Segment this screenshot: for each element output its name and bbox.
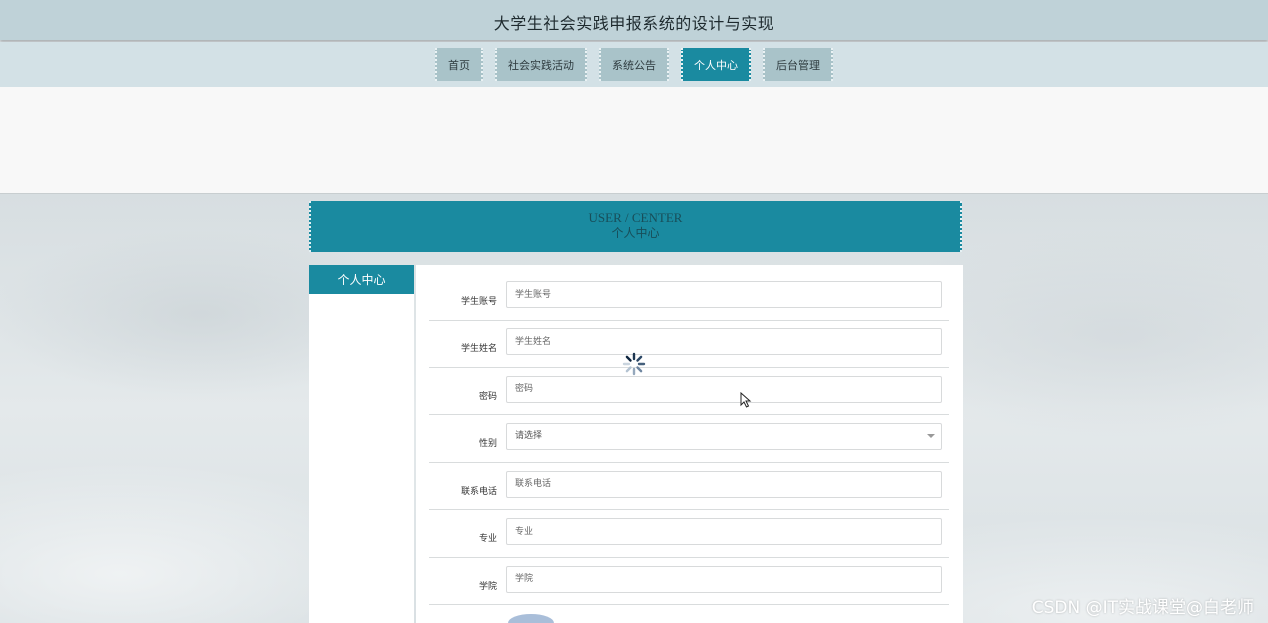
student-account-label: 学生账号 <box>460 297 497 307</box>
site-title: 大学生社会实践申报系统的设计与实现 <box>493 14 775 33</box>
gender-select[interactable]: 请选择 <box>506 423 942 450</box>
form-row-major: 专业 <box>429 510 949 558</box>
loading-spinner-icon <box>622 352 646 376</box>
major-label: 专业 <box>478 534 497 544</box>
watermark: CSDN @IT实战课堂@白老师 <box>1031 598 1254 618</box>
form-row-phone: 联系电话 <box>429 463 949 510</box>
profile-form: 学生账号 学生姓名 密码 性别 请选择 联系电话 专业 学院 <box>416 265 963 623</box>
section-title: USER / CENTER 个人中心 <box>309 201 962 252</box>
form-row-student-account: 学生账号 <box>429 273 949 321</box>
student-name-label: 学生姓名 <box>460 344 497 354</box>
password-label: 密码 <box>478 391 497 402</box>
banner-area <box>0 87 1268 194</box>
side-menu-item-user-center[interactable]: 个人中心 <box>309 265 414 294</box>
nav-item-activities[interactable]: 社会实践活动 <box>495 48 587 81</box>
college-input[interactable] <box>506 565 942 593</box>
gender-select-value: 请选择 <box>515 431 543 441</box>
student-account-input[interactable] <box>506 281 942 308</box>
main-nav: 首页 社会实践活动 系统公告 个人中心 后台管理 <box>0 42 1268 87</box>
chevron-down-icon <box>927 434 935 438</box>
phone-input[interactable] <box>506 470 942 498</box>
site-header: 大学生社会实践申报系统的设计与实现 <box>0 0 1268 40</box>
phone-label: 联系电话 <box>460 486 497 497</box>
mouse-cursor-icon <box>740 392 752 408</box>
form-row-student-name: 学生姓名 <box>429 320 949 368</box>
nav-item-home[interactable]: 首页 <box>435 48 483 81</box>
college-label: 学院 <box>478 581 497 592</box>
nav-item-admin[interactable]: 后台管理 <box>763 48 833 81</box>
side-menu: 个人中心 <box>309 265 414 623</box>
nav-item-announcements[interactable]: 系统公告 <box>599 48 669 81</box>
password-input[interactable] <box>506 375 942 403</box>
student-name-input[interactable] <box>506 328 942 355</box>
form-row-gender: 性别 请选择 <box>429 415 949 463</box>
section-title-cn: 个人中心 <box>611 226 660 240</box>
form-row-password: 密码 <box>429 368 949 415</box>
nav-item-user-center[interactable]: 个人中心 <box>681 48 751 81</box>
gender-label: 性别 <box>478 439 497 449</box>
major-input[interactable] <box>506 518 942 545</box>
form-row-college: 学院 <box>429 558 949 605</box>
section-title-en: USER / CENTER <box>588 210 683 225</box>
